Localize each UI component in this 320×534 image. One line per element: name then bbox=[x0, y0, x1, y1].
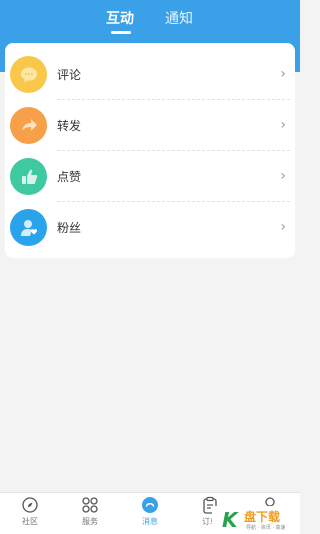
watermark-subtext: 导航 · 资讯 · 高速 bbox=[246, 525, 286, 531]
chevron-right-icon: › bbox=[280, 168, 286, 184]
list-item-fans[interactable]: 粉丝 › bbox=[5, 202, 295, 253]
nav-label: 服务 bbox=[82, 517, 98, 526]
grid-petals-icon bbox=[82, 497, 98, 513]
fan-user-icon bbox=[10, 209, 47, 246]
compass-icon bbox=[22, 497, 38, 513]
nav-label: 社区 bbox=[22, 517, 38, 526]
nav-message[interactable]: 消息 bbox=[128, 496, 172, 534]
watermark-text: 盘下载 bbox=[244, 510, 281, 524]
list-item-label: 转发 bbox=[57, 119, 82, 133]
list-item-label: 评论 bbox=[57, 68, 82, 82]
list-item-comment[interactable]: 评论 › bbox=[5, 49, 295, 100]
nav-service[interactable]: 服务 bbox=[68, 496, 112, 534]
list-item-share[interactable]: 转发 › bbox=[5, 100, 295, 151]
tab-interaction[interactable]: 互动 bbox=[106, 8, 134, 28]
interaction-list: 评论 › 转发 › 点赞 › 粉丝 › bbox=[5, 43, 295, 258]
share-arrow-icon bbox=[10, 107, 47, 144]
chevron-right-icon: › bbox=[280, 117, 286, 133]
chat-bubble-icon bbox=[10, 56, 47, 93]
nav-label: 消息 bbox=[142, 517, 158, 526]
thumbs-up-icon bbox=[10, 158, 47, 195]
chevron-right-icon: › bbox=[280, 66, 286, 82]
watermark-k: K bbox=[222, 508, 238, 532]
message-icon bbox=[142, 497, 158, 513]
chevron-right-icon: › bbox=[280, 219, 286, 235]
tab-notification[interactable]: 通知 bbox=[165, 8, 193, 28]
list-item-label: 粉丝 bbox=[57, 221, 82, 235]
watermark-logo: K 盘下载 导航 · 资讯 · 高速 bbox=[212, 506, 300, 534]
list-item-like[interactable]: 点赞 › bbox=[5, 151, 295, 202]
list-item-label: 点赞 bbox=[57, 170, 82, 184]
active-tab-indicator bbox=[111, 31, 131, 34]
nav-community[interactable]: 社区 bbox=[8, 496, 52, 534]
